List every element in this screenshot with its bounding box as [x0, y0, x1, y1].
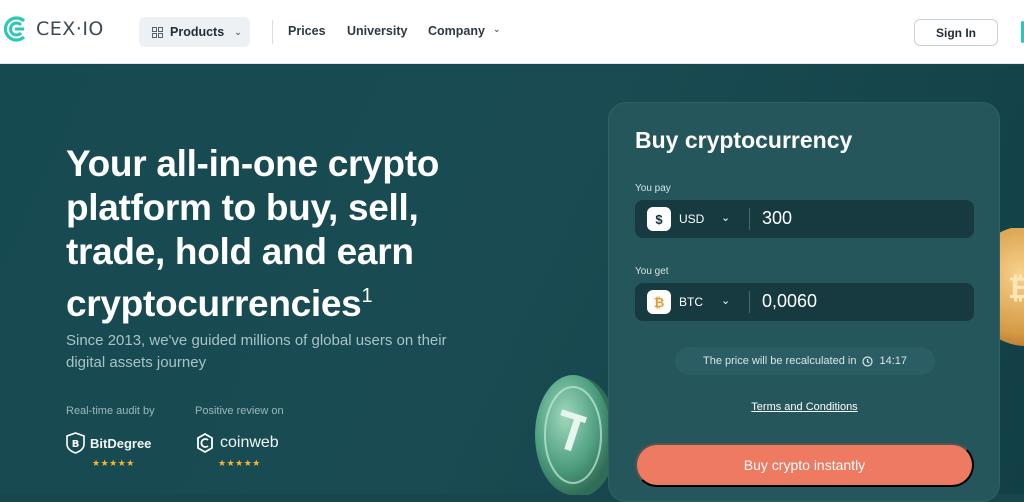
chevron-down-icon[interactable]: ⌄	[721, 211, 730, 224]
company-label: Company	[428, 24, 485, 38]
nav-link-company[interactable]: Company ⌄	[428, 24, 501, 38]
chevron-down-icon[interactable]: ⌄	[721, 294, 730, 307]
nav-divider	[272, 20, 273, 44]
chevron-down-icon: ⌄	[492, 24, 501, 34]
recalc-time: 14:17	[879, 355, 907, 367]
clock-icon	[862, 355, 874, 367]
cex-logo-icon	[3, 16, 26, 42]
products-label: Products	[170, 25, 225, 39]
widget-title: Buy cryptocurrency	[635, 127, 853, 153]
logo-text: CEX·IO	[36, 18, 104, 40]
buy-crypto-button[interactable]: Buy crypto instantly	[635, 443, 974, 487]
grid-icon	[152, 26, 163, 38]
pay-currency-select[interactable]: USD	[679, 212, 704, 226]
svg-text:B: B	[72, 439, 80, 450]
field-divider	[749, 291, 750, 313]
terms-link[interactable]: Terms and Conditions	[635, 401, 974, 413]
you-pay-field: $ USD ⌄ 300	[635, 200, 974, 238]
coinweb-name: coinweb	[220, 434, 279, 451]
coinweb-badge[interactable]: coinweb	[195, 432, 279, 454]
bitdegree-badge[interactable]: B BitDegree	[66, 432, 151, 454]
sign-in-button[interactable]: Sign In	[914, 19, 998, 46]
field-divider	[749, 208, 750, 230]
coinweb-stars: ★★★★★	[218, 458, 261, 468]
chevron-down-icon: ⌄	[234, 26, 242, 37]
pay-amount-input[interactable]: 300	[762, 208, 792, 229]
bitdegree-name: BitDegree	[90, 435, 152, 451]
buy-crypto-widget: Buy cryptocurrency You pay $ USD ⌄ 300 Y…	[608, 102, 1000, 502]
you-get-label: You get	[635, 266, 669, 277]
headline-footnote[interactable]: 1	[361, 285, 372, 307]
svg-text:₿: ₿	[1008, 271, 1024, 306]
you-pay-label: You pay	[635, 183, 671, 194]
dollar-icon: $	[647, 207, 671, 231]
get-currency-select[interactable]: BTC	[679, 295, 703, 309]
tether-coin-illustration	[535, 375, 617, 495]
bitdegree-stars: ★★★★★	[92, 458, 135, 468]
nav-link-university[interactable]: University	[347, 24, 407, 38]
nav-link-prices[interactable]: Prices	[288, 24, 326, 38]
cex-logo[interactable]: CEX·IO	[2, 14, 104, 44]
bitcoin-icon: ₿	[647, 290, 671, 314]
recalc-timer-pill: The price will be recalculated in 14:17	[675, 347, 935, 375]
get-amount-input[interactable]: 0,0060	[762, 291, 817, 312]
review-label: Positive review on	[195, 405, 284, 417]
hero-headline: Your all-in-one crypto platform to buy, …	[66, 142, 516, 326]
bitdegree-shield-icon: B	[66, 432, 85, 454]
recalc-text: The price will be recalculated in	[703, 355, 857, 367]
audit-label: Real-time audit by	[66, 405, 155, 417]
products-menu-button[interactable]: Products ⌄	[139, 17, 250, 47]
coinweb-logo-icon	[197, 432, 213, 454]
headline-text: Your all-in-one crypto platform to buy, …	[66, 143, 440, 324]
you-get-field: ₿ BTC ⌄ 0,0060	[635, 283, 974, 321]
hero-subtitle: Since 2013, we've guided millions of glo…	[66, 332, 447, 371]
top-nav: CEX·IO Products ⌄ Prices University Comp…	[0, 0, 1024, 64]
